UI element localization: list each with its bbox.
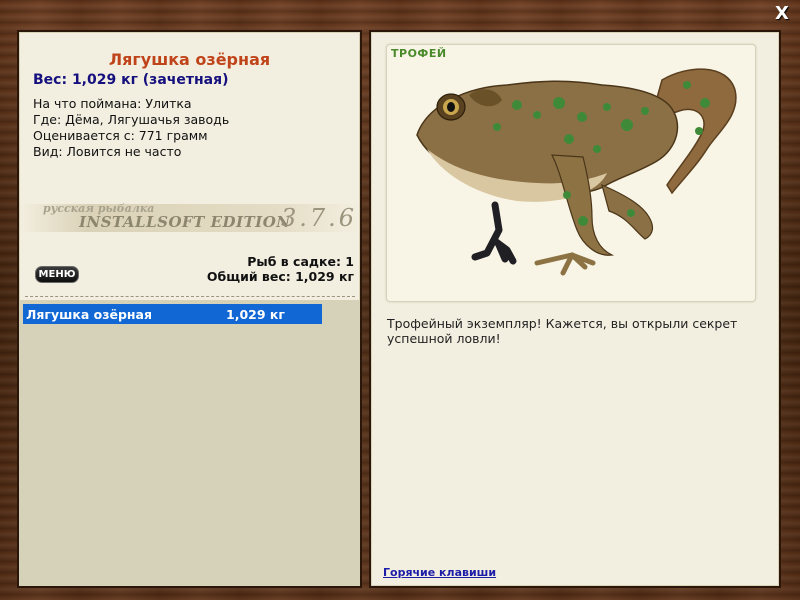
list-item-name: Лягушка озёрная	[26, 307, 153, 322]
frog-image	[416, 68, 737, 276]
total-weight: Общий вес: 1,029 кг	[206, 269, 354, 284]
keepnet-stats: Рыб в садке: 1 Общий вес: 1,029 кг	[207, 254, 354, 284]
trophy-panel: ТРОФЕЙ Трофейный экземпляр! Кажется, вы …	[369, 30, 781, 588]
logo-edition: INSTALLSOFT EDITION	[79, 213, 291, 231]
trophy-image-frame: ТРОФЕЙ	[386, 44, 756, 302]
fish-count: Рыб в садке: 1	[247, 254, 354, 269]
fish-title: Лягушка озёрная	[108, 50, 271, 69]
trophy-badge: ТРОФЕЙ	[391, 47, 447, 60]
catch-details: На что поймана: Улитка Где: Дёма, Лягуша…	[33, 96, 229, 160]
list-item-weight: 1,029 кг	[226, 307, 285, 322]
logo-version: 3.7.6	[281, 204, 358, 232]
frequency-info: Вид: Ловится не часто	[33, 144, 182, 159]
list-item-selected[interactable]: Лягушка озёрная 1,029 кг	[23, 304, 322, 324]
place-info: Где: Дёма, Лягушачья заводь	[33, 112, 230, 127]
rating-info: Оценивается с: 771 грамм	[33, 128, 208, 143]
bait-info: На что поймана: Улитка	[33, 96, 192, 111]
hotkeys-link[interactable]: Горячие клавиши	[383, 566, 496, 579]
close-button[interactable]: X	[772, 4, 792, 24]
catch-info-panel: Лягушка озёрная Вес: 1,029 кг (зачетная)…	[17, 30, 362, 588]
keepnet-list: Лягушка озёрная 1,029 кг	[19, 300, 360, 586]
trophy-description: Трофейный экземпляр! Кажется, вы открыли…	[387, 316, 738, 346]
menu-button[interactable]: МЕНЮ	[35, 266, 79, 283]
fish-weight: Вес: 1,029 кг (зачетная)	[33, 72, 229, 88]
divider	[25, 296, 355, 297]
